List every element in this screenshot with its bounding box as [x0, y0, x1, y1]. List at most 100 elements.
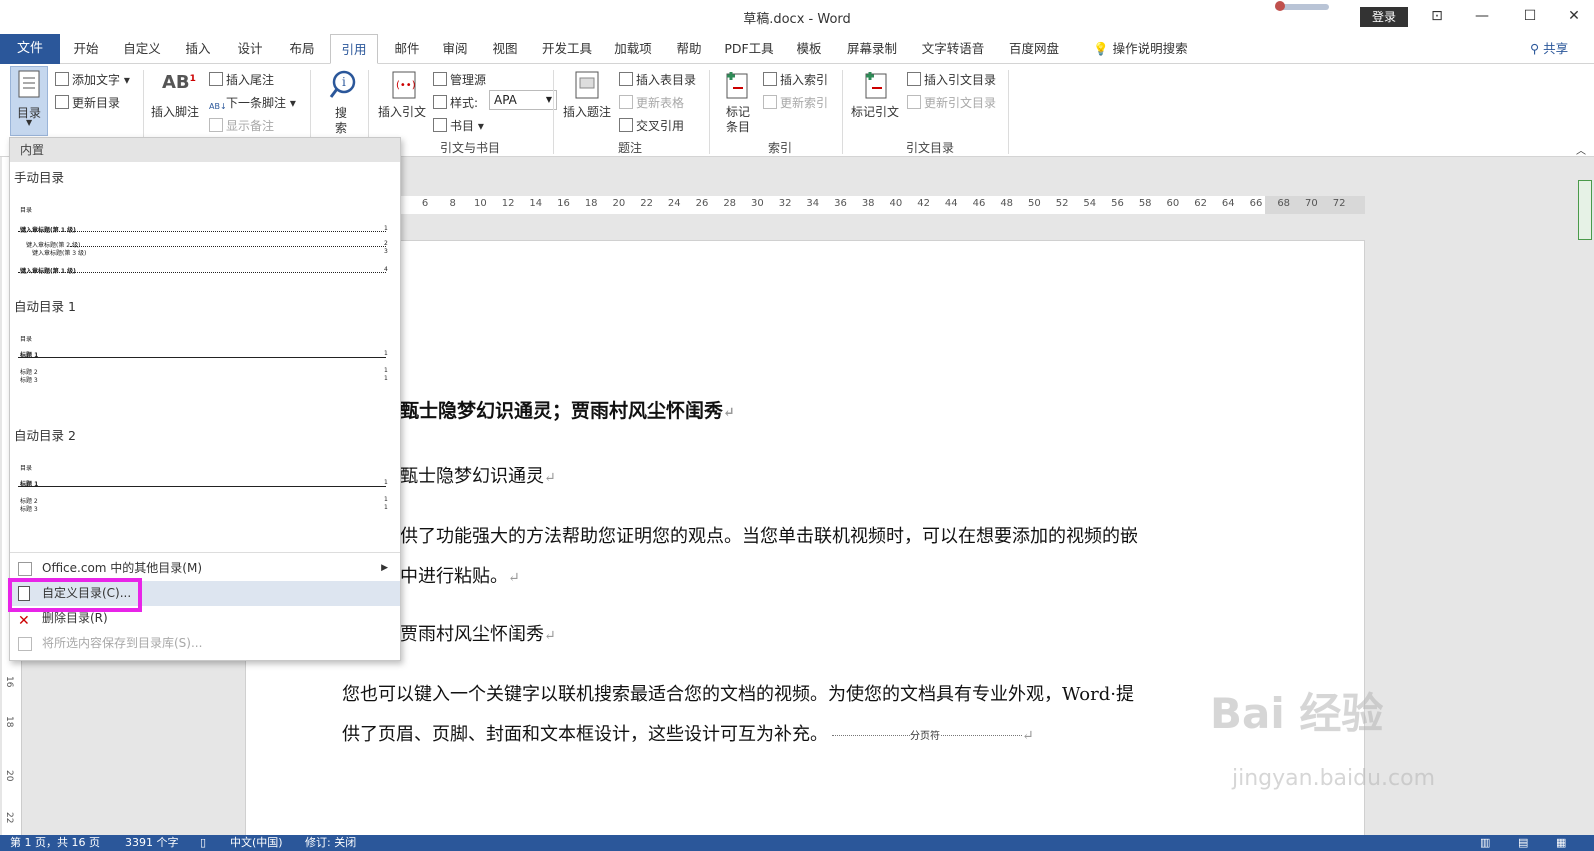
search-label-2[interactable]: 索: [335, 119, 347, 136]
tab-pdf-tools[interactable]: PDF工具: [719, 34, 779, 64]
status-language[interactable]: 中文(中国): [230, 835, 283, 851]
insert-index-button[interactable]: 插入索引: [763, 71, 828, 88]
status-page-count[interactable]: 第 1 页，共 16 页: [10, 835, 100, 851]
collapse-ribbon-icon[interactable]: ︿: [1576, 142, 1586, 157]
mark-citation-button[interactable]: 标记引文: [851, 103, 899, 120]
insert-toa-icon: [907, 72, 921, 86]
para1-line2-text: 中进行粘贴。: [400, 566, 508, 587]
tab-developer[interactable]: 开发工具: [535, 34, 599, 64]
update-table-button[interactable]: 更新表格: [619, 94, 684, 111]
tell-me-search[interactable]: 💡 操作说明搜索: [1093, 34, 1213, 64]
pv-auto-num: 1: [384, 479, 388, 486]
tab-help[interactable]: 帮助: [667, 34, 711, 64]
more-office-label: Office.com 中的其他目录(M): [42, 561, 203, 575]
login-button[interactable]: 登录: [1360, 7, 1408, 27]
tell-me-label: 操作说明搜索: [1112, 41, 1188, 56]
insert-toa-label: 插入引文目录: [924, 73, 997, 87]
tab-home[interactable]: 开始: [62, 34, 110, 64]
paragraph-mark-icon: ↵: [508, 570, 520, 586]
remove-toc-label: 删除目录(R): [42, 611, 108, 625]
tab-screen-record[interactable]: 屏幕录制: [839, 34, 905, 64]
tab-custom[interactable]: 自定义: [116, 34, 168, 64]
maximize-icon[interactable]: ☐: [1518, 6, 1542, 26]
tab-review[interactable]: 审阅: [433, 34, 477, 64]
side-panel-handle[interactable]: [1578, 180, 1592, 240]
ruler-tick: 52: [1055, 198, 1069, 209]
tab-addins[interactable]: 加载项: [607, 34, 659, 64]
insert-citation-icon: (••): [392, 71, 416, 99]
group-separator: [553, 70, 554, 154]
pv-title: 目录: [20, 336, 33, 343]
ruler-tick: 14: [529, 198, 543, 209]
tab-layout[interactable]: 布局: [280, 34, 324, 64]
pv-auto-line: 标题 3: [20, 377, 38, 384]
tab-mailings[interactable]: 邮件: [385, 34, 429, 64]
tab-design[interactable]: 设计: [228, 34, 272, 64]
mark-entry-label-2[interactable]: 条目: [726, 118, 750, 135]
ribbon-display-options-icon[interactable]: ⊡: [1425, 6, 1449, 26]
insert-endnote-button[interactable]: 插入尾注: [209, 71, 274, 88]
auto-toc-2-preview[interactable]: [18, 444, 392, 544]
heading-2a-text: 甄士隐梦幻识通灵: [400, 466, 544, 487]
citation-style-select[interactable]: APA ▼: [489, 90, 557, 110]
cross-reference-button[interactable]: 交叉引用: [619, 117, 684, 134]
manage-sources-label: 管理源: [450, 73, 487, 87]
share-button[interactable]: ⚲ 共享: [1530, 34, 1568, 64]
para2-line1[interactable]: 您也可以键入一个关键字以联机搜索最适合您的文档的视频。为使您的文档具有专业外观，…: [342, 680, 1134, 706]
window-title: 草稿.docx - Word: [743, 12, 851, 27]
update-toa-button[interactable]: 更新引文目录: [907, 94, 996, 111]
manage-sources-button[interactable]: 管理源: [433, 71, 486, 88]
save-to-gallery-item[interactable]: 将所选内容保存到目录库(S)...: [10, 631, 400, 656]
tab-insert[interactable]: 插入: [176, 34, 220, 64]
next-footnote-icon: AB↓: [209, 102, 227, 111]
insert-toa-button[interactable]: 插入引文目录: [907, 71, 996, 88]
insert-caption-button[interactable]: 插入题注: [563, 103, 611, 120]
group-label-captions: 题注: [617, 141, 642, 155]
close-icon[interactable]: ✕: [1562, 6, 1586, 26]
web-layout-icon[interactable]: ▦: [1556, 835, 1566, 851]
tab-view[interactable]: 视图: [483, 34, 527, 64]
ruler-tick: 36: [834, 198, 847, 209]
heading-2a[interactable]: 甄士隐梦幻识通灵↵: [400, 462, 556, 488]
tab-baidu-disk[interactable]: 百度网盘: [1001, 34, 1067, 64]
heading-2b[interactable]: 贾雨村风尘怀闺秀↵: [400, 620, 556, 646]
next-footnote-button[interactable]: AB↓下一条脚注 ▾: [209, 94, 296, 116]
tab-references[interactable]: 引用: [330, 34, 378, 64]
heading-1[interactable]: 甄士隐梦幻识通灵；贾雨村风尘怀闺秀↵: [400, 396, 735, 423]
table-figures-icon: [619, 72, 633, 86]
para1-line2[interactable]: 中进行粘贴。↵: [400, 562, 520, 588]
para2-line2[interactable]: 供了页眉、页脚、封面和文本框设计，这些设计可互为补充。 分页符 ↵: [342, 720, 1034, 746]
ruler-tick: 68: [1277, 198, 1291, 209]
insert-footnote-button[interactable]: 插入脚注: [151, 103, 199, 120]
ruler-tick: 40: [889, 198, 903, 209]
status-track-changes[interactable]: 修订: 关闭: [305, 835, 356, 851]
para1-line1[interactable]: 供了功能强大的方法帮助您证明您的观点。当您单击联机视频时，可以在想要添加的视频的…: [400, 522, 1138, 548]
auto-toc-1-preview[interactable]: [18, 315, 392, 415]
pv-manual-num: 4: [384, 266, 388, 273]
insert-citation-button[interactable]: 插入引文: [378, 103, 426, 120]
pv-leader: [18, 272, 386, 273]
save-gallery-label: 将所选内容保存到目录库(S)...: [42, 636, 203, 650]
status-word-count[interactable]: 3391 个字: [125, 835, 179, 851]
ruler-tick: 18: [584, 198, 598, 209]
print-layout-icon[interactable]: ▤: [1518, 835, 1528, 851]
style-icon: [433, 95, 447, 109]
tab-templates[interactable]: 模板: [787, 34, 831, 64]
minimize-icon[interactable]: —: [1470, 6, 1494, 26]
show-notes-button[interactable]: 显示备注: [209, 117, 274, 134]
tab-text-to-speech[interactable]: 文字转语音: [913, 34, 993, 64]
manage-sources-icon: [433, 72, 447, 86]
update-index-button[interactable]: 更新索引: [763, 94, 828, 111]
ruler-tick: 42: [917, 198, 930, 209]
bibliography-button[interactable]: 书目 ▾: [433, 117, 484, 134]
update-toc-button[interactable]: 更新目录: [55, 94, 120, 111]
group-label-index: 索引: [767, 141, 792, 155]
read-mode-icon[interactable]: ▥: [1480, 835, 1490, 851]
group-label-toa: 引文目录: [905, 141, 954, 155]
dropdown-header-builtin: 内置: [10, 138, 400, 162]
tab-file[interactable]: 文件: [0, 34, 60, 64]
ruler-tick: 24: [667, 198, 681, 209]
proofing-icon[interactable]: ▯: [200, 835, 206, 851]
insert-table-figures-button[interactable]: 插入表目录: [619, 71, 696, 88]
add-text-button[interactable]: 添加文字 ▾: [55, 71, 130, 88]
